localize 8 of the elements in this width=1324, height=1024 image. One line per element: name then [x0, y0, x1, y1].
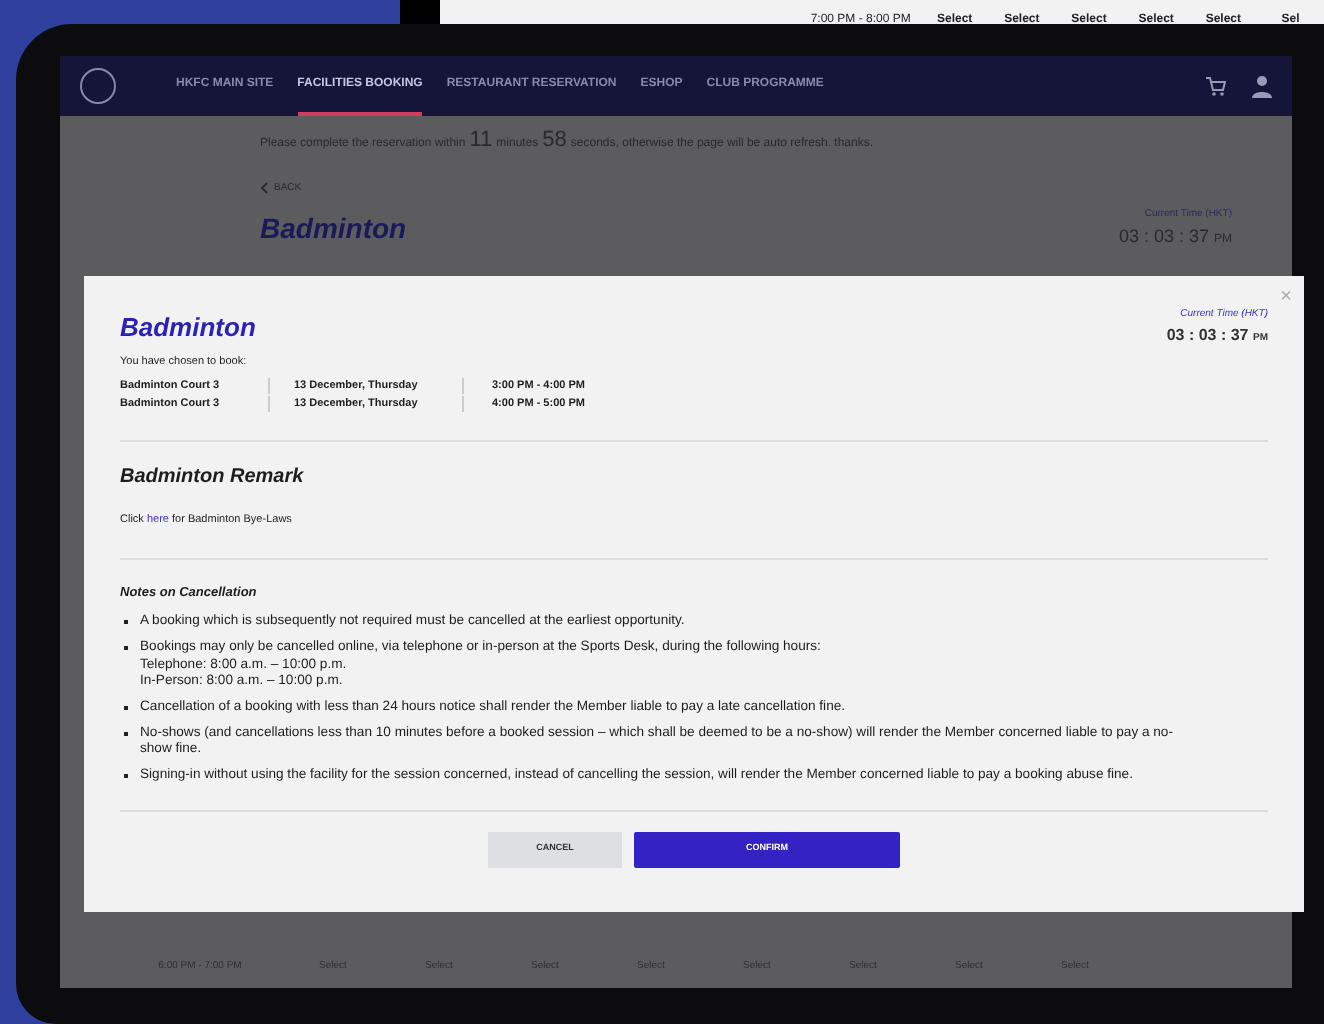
- remark-title: Badminton Remark: [120, 464, 306, 493]
- dialog-title: Badminton: [120, 310, 256, 346]
- user-icon[interactable]: [1252, 74, 1272, 98]
- chevron-left-icon: [260, 182, 268, 195]
- cart-icon[interactable]: [1204, 74, 1228, 98]
- club-logo-icon: [80, 68, 116, 104]
- dark-panel: [400, 0, 441, 24]
- page-title: Badminton: [260, 210, 407, 248]
